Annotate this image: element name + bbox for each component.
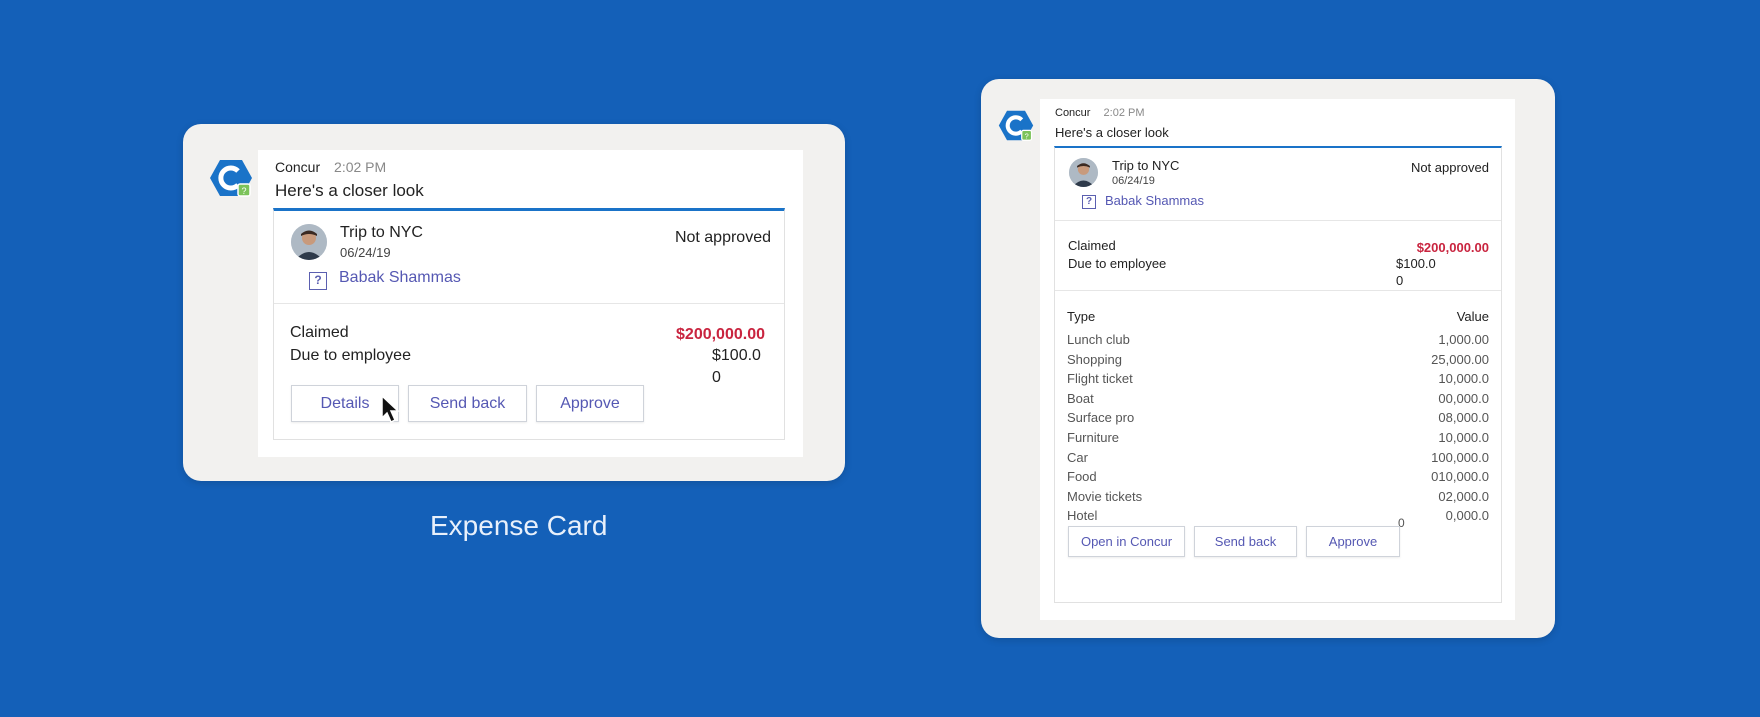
sender-name: Concur: [275, 159, 321, 175]
expense-value: 0,000.0: [1445, 508, 1489, 524]
table-row: Shopping 25,000.00: [1067, 352, 1489, 371]
table-row: Flight ticket 10,000.0: [1067, 371, 1489, 390]
due-value: $100.0: [712, 347, 761, 364]
open-in-concur-button[interactable]: Open in Concur: [1068, 526, 1185, 557]
expense-type: Hotel: [1067, 508, 1098, 524]
due-value: $100.0: [1396, 256, 1436, 271]
avatar: [291, 224, 327, 260]
divider: [274, 303, 784, 304]
message-time: 2:02 PM: [334, 159, 387, 175]
expense-type: Movie tickets: [1067, 488, 1143, 504]
table-row: Furniture 10,000.0: [1067, 430, 1489, 449]
question-icon: ?: [309, 272, 327, 290]
expense-type: Surface pro: [1067, 410, 1135, 426]
concur-logo-icon: ?: [998, 109, 1034, 142]
question-icon: ?: [1082, 195, 1096, 209]
expense-value: 08,000.0: [1438, 410, 1489, 426]
approve-button[interactable]: Approve: [536, 385, 644, 422]
svg-text:?: ?: [1025, 132, 1029, 141]
avatar: [1069, 158, 1098, 187]
expense-type: Boat: [1067, 390, 1094, 406]
message-area: Concur 2:02 PM Here's a closer look Trip…: [258, 150, 803, 457]
claimed-label: Claimed: [290, 324, 349, 341]
expense-type: Shopping: [1067, 351, 1122, 367]
expense-type: Lunch club: [1067, 332, 1130, 347]
due-value-wrap: 0: [1396, 273, 1404, 288]
trip-title: Trip to NYC: [340, 224, 423, 241]
expense-card: Trip to NYC 06/24/19 Not approved ? Baba…: [273, 208, 785, 440]
expense-value: 100,000.0: [1431, 449, 1489, 465]
approve-button[interactable]: Approve: [1306, 526, 1400, 557]
expense-value: 02,000.0: [1438, 488, 1489, 504]
divider: [1055, 290, 1501, 291]
claimed-label: Claimed: [1068, 238, 1116, 253]
expense-value: 00,000.0: [1438, 390, 1489, 406]
sender-name: Concur: [1055, 107, 1091, 119]
right-panel: ? Concur 2:02 PM Here's a closer look Tr…: [981, 79, 1555, 638]
table-row: Lunch club 1,000.00: [1067, 332, 1489, 351]
trip-title: Trip to NYC: [1112, 158, 1180, 173]
employee-link[interactable]: Babak Shammas: [339, 269, 461, 287]
table-row: Surface pro 08,000.0: [1067, 410, 1489, 429]
expense-value: 1,000.00: [1438, 332, 1489, 347]
expense-type: Furniture: [1067, 430, 1120, 445]
expense-value: 010,000.0: [1431, 469, 1489, 485]
table-header-type: Type: [1067, 309, 1096, 324]
svg-text:?: ?: [241, 186, 246, 196]
expense-value: 10,000.0: [1438, 430, 1489, 445]
status-text: Not approved: [1410, 160, 1489, 175]
expense-card: Trip to NYC 06/24/19 Not approved ? Baba…: [1054, 146, 1502, 603]
message-subtitle: Here's a closer look: [275, 181, 424, 200]
expense-type: Car: [1067, 449, 1088, 465]
message-area: Concur 2:02 PM Here's a closer look Trip…: [1040, 99, 1515, 620]
table-header-value: Value: [1456, 309, 1489, 324]
message-subtitle: Here's a closer look: [1055, 125, 1169, 140]
expense-type: Flight ticket: [1067, 371, 1133, 387]
expense-value: 10,000.0: [1438, 371, 1489, 387]
claimed-value: $200,000.00: [676, 326, 765, 343]
table-row: Car 100,000.0: [1067, 450, 1489, 469]
table-row: Movie tickets 02,000.0: [1067, 489, 1489, 508]
divider: [1055, 220, 1501, 221]
caption: Expense Card: [430, 510, 608, 541]
concur-logo-icon: ?: [209, 158, 253, 198]
message-time: 2:02 PM: [1103, 107, 1145, 119]
due-label: Due to employee: [290, 347, 411, 364]
claimed-value: $200,000.00: [1416, 240, 1489, 255]
trip-date: 06/24/19: [1112, 175, 1155, 187]
mouse-cursor-icon: [380, 394, 402, 429]
expense-value: 25,000.00: [1431, 351, 1489, 367]
due-label: Due to employee: [1068, 256, 1167, 271]
send-back-button[interactable]: Send back: [408, 385, 527, 422]
left-panel: ? Concur 2:02 PM Here's a closer look Tr…: [183, 124, 845, 481]
expense-type: Food: [1067, 469, 1097, 485]
send-back-button[interactable]: Send back: [1194, 526, 1297, 557]
table-row: Food 010,000.0: [1067, 469, 1489, 488]
trip-date: 06/24/19: [340, 245, 391, 260]
table-row: Hotel 0,000.0: [1067, 508, 1489, 527]
employee-link[interactable]: Babak Shammas: [1105, 193, 1204, 208]
table-row: Boat 00,000.0: [1067, 391, 1489, 410]
due-value-wrap: 0: [712, 369, 721, 386]
status-text: Not approved: [674, 229, 771, 246]
